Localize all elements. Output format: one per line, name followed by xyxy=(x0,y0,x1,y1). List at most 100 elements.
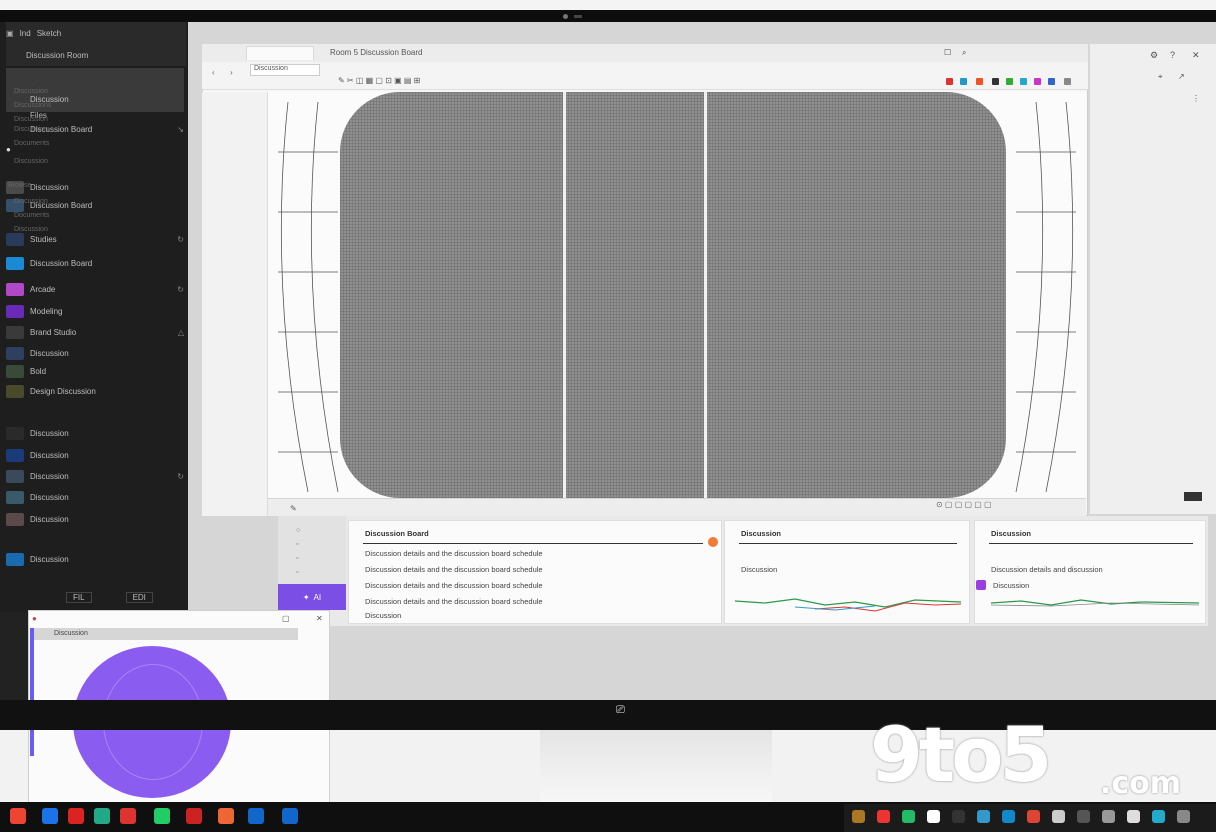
sidebar-item[interactable]: Modeling xyxy=(6,304,184,318)
sidebar-item[interactable]: Brand Studio △ xyxy=(6,325,184,339)
tool-orange-icon[interactable] xyxy=(976,78,983,85)
tray-icon[interactable] xyxy=(902,810,915,823)
tool-indigo-icon[interactable] xyxy=(1048,78,1055,85)
discussion-card[interactable]: Discussion Board Discussion details and … xyxy=(348,520,722,624)
tool-green-icon[interactable] xyxy=(1006,78,1013,85)
taskbar-app-icon[interactable] xyxy=(68,808,84,824)
back-icon[interactable]: ‹ xyxy=(212,68,215,77)
tool-dark-icon[interactable] xyxy=(992,78,999,85)
chart-card[interactable]: Discussion Discussion xyxy=(724,520,970,624)
tray-icon[interactable] xyxy=(877,810,890,823)
sidebar-item[interactable]: Discussion xyxy=(6,346,184,360)
window-close-icon[interactable]: ☐ xyxy=(944,48,951,57)
tray-icon[interactable] xyxy=(977,810,990,823)
ai-button[interactable]: ✦ AI xyxy=(278,584,346,610)
chart-card[interactable]: Discussion Discussion details and discus… xyxy=(974,520,1206,624)
sidebar-item[interactable]: Discussion xyxy=(6,552,184,566)
tag-icon xyxy=(976,580,986,590)
tray-icon[interactable] xyxy=(1127,810,1140,823)
tray-icon[interactable] xyxy=(1077,810,1090,823)
tray-icon[interactable] xyxy=(1052,810,1065,823)
card-line: Discussion details and the discussion bo… xyxy=(365,565,543,574)
nav-item[interactable]: Documents xyxy=(14,140,49,147)
side-tool-icons[interactable]: ○ ▫ ▫ ▫ xyxy=(296,524,300,580)
sidebar-item[interactable]: Discussion Board xyxy=(6,256,184,270)
tray-icon[interactable] xyxy=(927,810,940,823)
sidebar-footer: FIL EDI xyxy=(6,590,184,604)
taskbar-app-icon[interactable] xyxy=(120,808,136,824)
tray-icon[interactable] xyxy=(852,810,865,823)
sidebar-item-label: Discussion xyxy=(30,492,69,502)
settings-icon[interactable]: ⚙ xyxy=(1150,50,1158,61)
window-menu-icon[interactable]: ⌕ xyxy=(962,48,966,58)
sidebar-item[interactable]: Discussion xyxy=(6,448,184,462)
nav-item[interactable]: Discussions xyxy=(14,102,51,109)
taskbar-app-icon[interactable] xyxy=(248,808,264,824)
taskbar-app-icon[interactable] xyxy=(42,808,58,824)
path-field[interactable]: Discussion xyxy=(250,64,320,76)
footer-button[interactable]: EDI xyxy=(125,591,153,603)
panel-divider[interactable] xyxy=(704,92,707,498)
taskbar-app-icon[interactable] xyxy=(186,808,202,824)
forward-icon[interactable]: › xyxy=(230,68,233,77)
sidebar-item[interactable]: Arcade ↻ xyxy=(6,282,184,296)
sidebar-header-label: Ind xyxy=(19,28,31,38)
tray-icon[interactable] xyxy=(1027,810,1040,823)
tool-grey-icon[interactable] xyxy=(1064,78,1071,85)
nav-item[interactable]: Browse xyxy=(8,182,31,189)
taskbar-app-icon[interactable] xyxy=(282,808,298,824)
minimize-icon[interactable]: ▢ xyxy=(282,614,290,623)
sidebar-item[interactable]: Studies ↻ xyxy=(6,232,184,246)
nav-item[interactable]: Discussion xyxy=(14,198,48,205)
sidebar-item[interactable]: Discussion xyxy=(6,512,184,526)
pin-icon[interactable]: ⌖ xyxy=(1158,72,1163,82)
sidebar-item-label: Discussion xyxy=(30,514,69,524)
tool-blue-icon[interactable] xyxy=(960,78,967,85)
card-line: Discussion xyxy=(993,581,1030,590)
tray-icon[interactable] xyxy=(952,810,965,823)
zoom-thumbnail[interactable] xyxy=(1184,492,1202,501)
share-icon[interactable]: ↗ xyxy=(1178,72,1185,81)
mesh-surface[interactable] xyxy=(340,92,1006,498)
nav-item[interactable]: Discussion xyxy=(14,88,48,95)
nav-item[interactable]: Discussion xyxy=(14,226,48,233)
nav-item[interactable]: Documents xyxy=(14,212,49,219)
nav-item[interactable]: Discussion xyxy=(14,158,48,165)
close-icon[interactable]: ✕ xyxy=(316,614,323,623)
refresh-icon: ↻ xyxy=(177,284,184,294)
tray-icon[interactable] xyxy=(1002,810,1015,823)
sidebar-item[interactable]: Discussion ↻ xyxy=(6,469,184,483)
tray-icon[interactable] xyxy=(1177,810,1190,823)
taskbar-app-icon[interactable] xyxy=(218,808,234,824)
brush-icon[interactable]: ✎ xyxy=(290,504,297,513)
sidebar-item[interactable]: Discussion xyxy=(6,426,184,440)
sidebar-item[interactable]: Design Discussion xyxy=(6,384,184,398)
taskbar-app-icon[interactable] xyxy=(94,808,110,824)
status-icons[interactable]: ⊙ ▢ ▢ ▢ ▢ ▢ xyxy=(936,500,992,509)
more-icon[interactable]: ⋮ xyxy=(1192,94,1200,103)
close-icon[interactable]: ✕ xyxy=(1192,50,1200,61)
tool-red-icon[interactable] xyxy=(946,78,953,85)
sidebar-item-label: Design Discussion xyxy=(30,386,96,396)
preview-accent xyxy=(30,628,34,756)
taskbar-app-icon[interactable] xyxy=(154,808,170,824)
taskbar-app-icon[interactable] xyxy=(10,808,26,824)
sidebar-item[interactable]: Discussion xyxy=(6,180,184,194)
draw-tools[interactable]: ✎ ✂ ◫ ▦ ▢ ⊡ ▣ ▤ ⊞ xyxy=(338,76,420,85)
sidebar-header-row[interactable]: ▣ Ind Sketch xyxy=(6,26,184,40)
tray-icon[interactable] xyxy=(1152,810,1165,823)
sidebar-item[interactable]: Discussion xyxy=(6,490,184,504)
tool-magenta-icon[interactable] xyxy=(1034,78,1041,85)
sidebar-header-row[interactable]: Discussion Room xyxy=(6,48,184,62)
help-icon[interactable]: ? xyxy=(1170,50,1175,60)
tool-cyan-icon[interactable] xyxy=(1020,78,1027,85)
card-title: Discussion Board xyxy=(365,529,429,538)
footer-button[interactable]: FIL xyxy=(66,591,92,603)
nav-item[interactable]: Discussion xyxy=(14,126,48,133)
refresh-icon: ↻ xyxy=(177,234,184,244)
tray-icon[interactable] xyxy=(1102,810,1115,823)
sidebar-item[interactable]: Bold xyxy=(6,364,184,378)
app-tab[interactable] xyxy=(246,46,314,60)
nav-item[interactable]: Discussion xyxy=(14,116,48,123)
panel-divider[interactable] xyxy=(563,92,566,498)
